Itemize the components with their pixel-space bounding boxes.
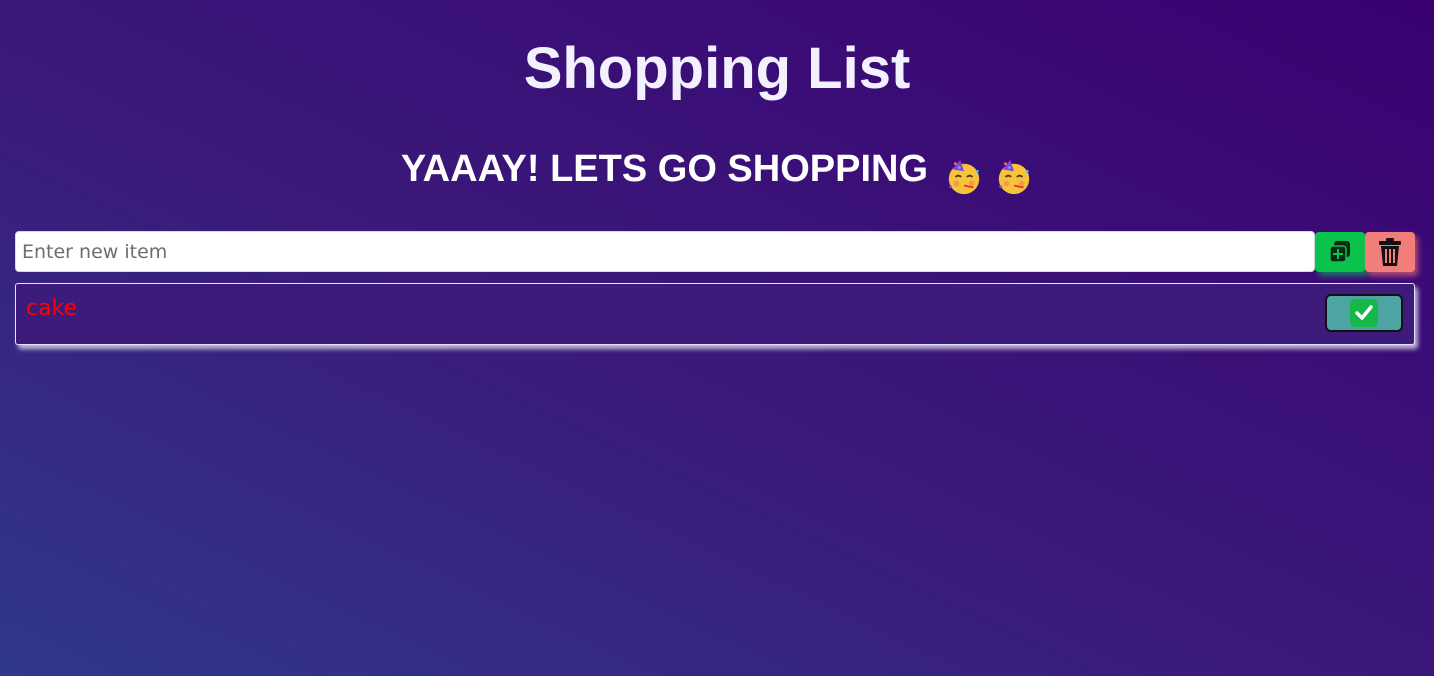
check-mark-icon [1350, 299, 1378, 327]
new-item-input[interactable] [15, 231, 1315, 272]
subtitle-text: YAAAY! LETS GO SHOPPING [400, 148, 929, 190]
party-face-icon [998, 159, 1030, 195]
delete-all-button[interactable] [1365, 232, 1415, 272]
party-emoji-group [943, 152, 1034, 198]
page-subtitle: YAAAY! LETS GO SHOPPING [0, 146, 1434, 198]
new-item-row [15, 231, 1418, 273]
mark-done-button[interactable] [1325, 294, 1403, 332]
add-item-button[interactable] [1315, 232, 1365, 272]
trash-icon [1379, 238, 1401, 266]
list-item: cake [15, 283, 1415, 345]
page-title: Shopping List [523, 36, 911, 101]
party-face-icon [948, 159, 979, 195]
add-copy-icon [1329, 241, 1350, 263]
shopping-list: cake [15, 283, 1415, 345]
item-label: cake [26, 296, 78, 321]
